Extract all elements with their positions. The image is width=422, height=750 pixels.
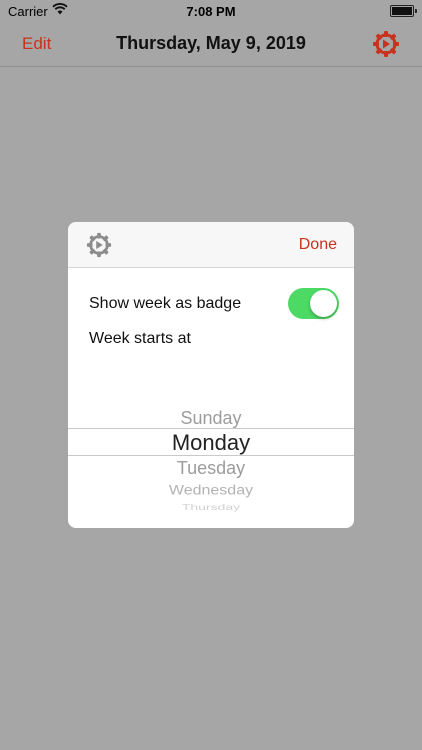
page-title: Thursday, May 9, 2019 xyxy=(116,33,306,53)
status-time: 7:08 PM xyxy=(186,4,236,19)
navigation-bar: Edit Thursday, May 9, 2019 xyxy=(0,22,422,67)
battery-fill xyxy=(392,7,412,15)
done-button[interactable]: Done xyxy=(299,236,337,254)
week-starts-label: Week starts at xyxy=(89,330,191,347)
gear-icon xyxy=(86,232,112,258)
weekday-picker[interactable]: Sunday Monday Tuesday Wednesday Thursday xyxy=(68,398,354,513)
picker-option-wednesday[interactable]: Wednesday xyxy=(68,483,354,498)
picker-option-tuesday[interactable]: Tuesday xyxy=(68,458,354,479)
picker-option-monday[interactable]: Monday xyxy=(68,430,354,456)
show-week-toggle[interactable] xyxy=(288,288,339,319)
settings-modal: Done Show week as badge Week starts at S… xyxy=(68,222,354,528)
show-week-label: Show week as badge xyxy=(89,295,242,312)
picker-option-sunday[interactable]: Sunday xyxy=(68,408,354,429)
modal-header: Done xyxy=(68,222,354,268)
gear-icon[interactable] xyxy=(372,30,400,58)
status-bar: Carrier 7:08 PM xyxy=(0,0,422,22)
battery-icon xyxy=(390,5,417,17)
toggle-knob xyxy=(310,290,337,317)
picker-option-thursday[interactable]: Thursday xyxy=(68,502,354,512)
